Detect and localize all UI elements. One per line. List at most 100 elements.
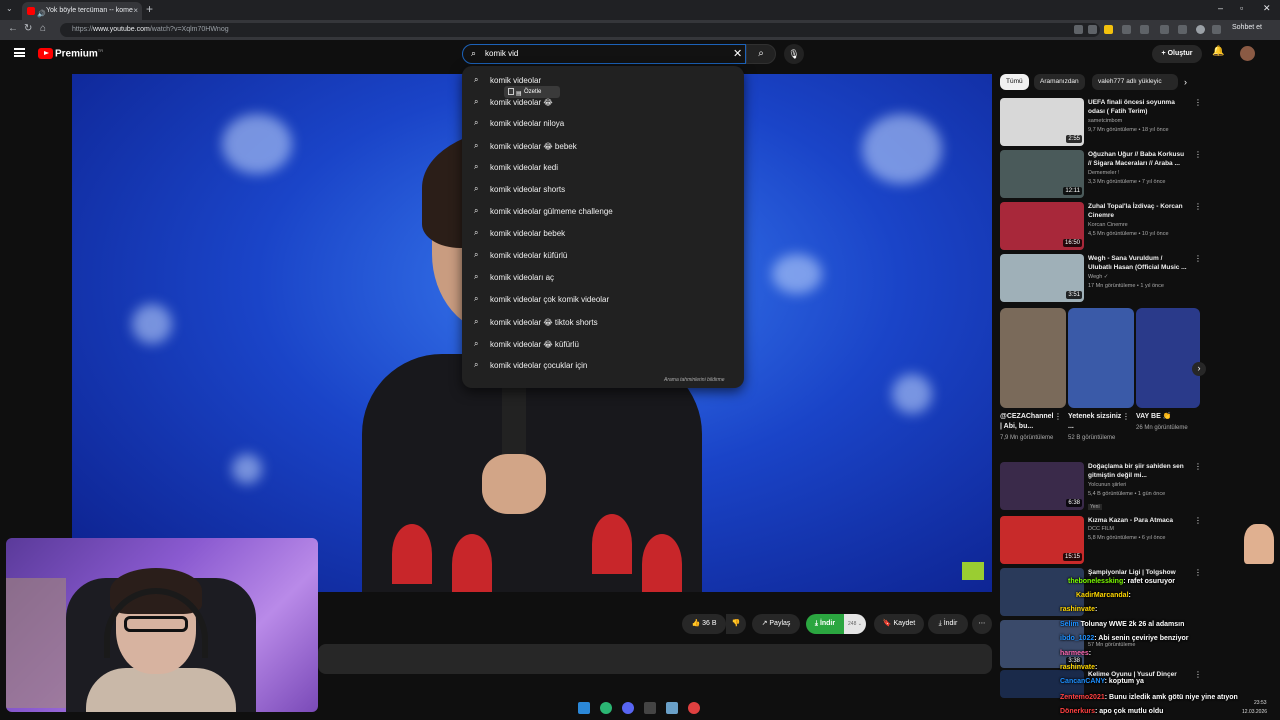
suggestion-item[interactable]: ⌕ komik videolar çocuklar için — [462, 356, 744, 376]
discord-icon[interactable] — [622, 702, 634, 714]
shorts-next-icon[interactable]: › — [1192, 362, 1206, 376]
related-video[interactable]: 3:51 Wegh - Sana Vuruldum / Ulubatlı Has… — [1000, 254, 1202, 302]
join-button[interactable]: ⤓ İndir — [806, 614, 844, 634]
chrome-icon[interactable] — [688, 702, 700, 714]
suggestion-item[interactable]: ⌕ komik videolar niloya — [462, 114, 744, 134]
suggestion-item[interactable]: ⌕ komik videolar bebek — [462, 224, 744, 244]
suggestion-item[interactable]: ⌕ komik videolar 😂 bebek — [462, 137, 744, 157]
suggestion-item[interactable]: ⌕ komik videolar gülmeme challenge — [462, 202, 744, 222]
search-icon: ⌕ — [474, 141, 479, 150]
suggestion-item[interactable]: ⌕ komik videolar küfürlü — [462, 246, 744, 266]
search-icon: ⌕ — [474, 317, 479, 326]
app-icon[interactable] — [644, 702, 656, 714]
extension-icon[interactable] — [1160, 25, 1169, 34]
back-icon[interactable]: ← — [8, 23, 18, 34]
chevron-right-icon[interactable]: › — [1184, 77, 1187, 87]
download-button[interactable]: ⤓ İndir — [928, 614, 968, 634]
more-options-icon[interactable]: ⋮ — [1122, 412, 1130, 421]
suggestion-item[interactable]: ⌕ komik videolar shorts — [462, 180, 744, 200]
more-actions-icon[interactable]: ⋯ — [972, 614, 992, 634]
extension-icon[interactable] — [1122, 25, 1131, 34]
menu-icon[interactable] — [14, 48, 25, 57]
related-video[interactable]: 12:11 Oğuzhan Uğur // Baba Korkusu // Si… — [1000, 150, 1202, 198]
short-thumbnail[interactable] — [1068, 308, 1134, 408]
more-options-icon[interactable]: ⋮ — [1194, 254, 1202, 263]
menu-dots-icon[interactable] — [1212, 25, 1221, 34]
chat-button[interactable]: Sohbet et — [1232, 24, 1262, 31]
profile-icon[interactable] — [1196, 25, 1205, 34]
summarize-button[interactable]: ▤ Özetle — [504, 86, 560, 98]
bookmark-star-icon[interactable] — [1088, 25, 1097, 34]
suggestion-item[interactable]: ⌕ komik videolar 😂 tiktok shorts — [462, 313, 744, 333]
extension-icon[interactable] — [1074, 25, 1083, 34]
search-input[interactable]: ⌕ komik vid ✕ — [462, 44, 746, 64]
create-button[interactable]: + Oluştur — [1152, 45, 1202, 63]
dislike-button[interactable]: 👎 — [726, 614, 746, 634]
app-icon[interactable] — [666, 702, 678, 714]
short-views: 26 Mn görüntüleme — [1136, 425, 1188, 431]
suggestion-item[interactable]: ⌕ komik videolar kedi — [462, 158, 744, 178]
short-title[interactable]: VAY BE 👏 — [1136, 412, 1190, 422]
tab-list-icon[interactable]: ⌄ — [6, 4, 13, 13]
chip-from-search[interactable]: Aramanızdan — [1034, 74, 1085, 90]
search-button[interactable]: ⌕ — [746, 44, 776, 64]
chat-message: rashinvate: — [1060, 606, 1098, 613]
report-predictions-link[interactable]: Arama tahminlerini bildirme — [664, 377, 725, 383]
favorites-icon[interactable] — [1178, 25, 1187, 34]
short-thumbnail[interactable] — [1000, 308, 1066, 408]
search-icon: ⌕ — [474, 206, 479, 215]
edge-icon[interactable] — [600, 702, 612, 714]
more-options-icon[interactable]: ⋮ — [1194, 462, 1202, 471]
tab-close-icon[interactable]: × — [133, 2, 138, 20]
reload-icon[interactable]: ↻ — [24, 23, 32, 34]
url-prefix: https:// — [72, 26, 94, 33]
more-options-icon[interactable]: ⋮ — [1194, 568, 1202, 577]
browser-tab-active[interactable]: 🔊 Yok böyle tercüman -- kome × — [22, 2, 142, 20]
windows-start-icon[interactable] — [578, 702, 590, 714]
related-video[interactable]: 2:55 UEFA finali öncesi soyunma odası ( … — [1000, 98, 1202, 146]
related-video[interactable]: 6:38 Doğaçlama bir şiir sahiden sen gitm… — [1000, 462, 1202, 510]
more-options-icon[interactable]: ⋮ — [1194, 516, 1202, 525]
notifications-bell-icon[interactable]: 🔔 — [1212, 46, 1224, 57]
related-video[interactable]: 16:50 Zuhal Topal'la İzdivaç - Korcan Ci… — [1000, 202, 1202, 250]
search-icon: ⌕ — [474, 339, 479, 348]
new-tab-icon[interactable]: + — [146, 2, 153, 16]
more-options-icon[interactable]: ⋮ — [1054, 412, 1062, 421]
suggestion-item[interactable]: ⌕ komik videoları aç — [462, 268, 744, 288]
maximize-icon[interactable]: ▫ — [1240, 3, 1243, 13]
avatar[interactable] — [1240, 46, 1255, 61]
suggestion-item[interactable]: ⌕ komik videolar çok komik videolar — [462, 290, 744, 310]
share-button[interactable]: ↗ Paylaş — [752, 614, 800, 634]
save-button[interactable]: 🔖 Kaydet — [874, 614, 924, 634]
description-box[interactable] — [318, 644, 992, 674]
home-icon[interactable]: ⌂ — [40, 23, 46, 34]
extension-icon[interactable] — [1140, 25, 1149, 34]
mascot-image — [1244, 524, 1274, 564]
audio-icon[interactable]: 🔊 — [37, 6, 46, 20]
related-video[interactable]: 15:15 Kızma Kazan - Para Atmaca DCC FILM… — [1000, 516, 1202, 564]
more-options-icon[interactable]: ⋮ — [1194, 98, 1202, 107]
clear-search-icon[interactable]: ✕ — [733, 47, 742, 60]
youtube-logo-icon[interactable] — [38, 48, 53, 59]
chip-all[interactable]: Tümü — [1000, 74, 1029, 90]
more-options-icon[interactable]: ⋮ — [1194, 670, 1202, 679]
chat-message: Dönerkurs: apo çok mutlu oldu — [1060, 708, 1164, 715]
youtube-logo-text[interactable]: PremiumTR — [55, 48, 103, 59]
suggestion-item[interactable]: ⌕ komik videolar 😂 küfürlü — [462, 335, 744, 355]
clock-date[interactable]: 12.03.2026 — [1242, 709, 1267, 715]
short-title[interactable]: @CEZAChannel | Abi, bu... — [1000, 412, 1054, 432]
address-bar[interactable]: https://www.youtube.com/watch?v=Xqlm70HW… — [60, 23, 1100, 37]
extension-icon[interactable] — [1104, 25, 1113, 34]
close-window-icon[interactable]: ✕ — [1263, 3, 1271, 14]
short-title[interactable]: Yetenek sizsiniz ... — [1068, 412, 1122, 432]
channel-watermark[interactable] — [962, 562, 984, 580]
voice-search-icon[interactable]: 🎙 — [784, 44, 804, 64]
join-count[interactable]: 248 ⌄ — [844, 614, 866, 634]
minimize-icon[interactable]: – — [1218, 3, 1223, 13]
more-options-icon[interactable]: ⋮ — [1194, 150, 1202, 159]
short-thumbnail[interactable] — [1136, 308, 1200, 408]
chip-uploader[interactable]: valeh777 adlı yükleyic — [1092, 74, 1178, 90]
clock-time[interactable]: 23:53 — [1254, 700, 1267, 706]
like-button[interactable]: 👍 36 B — [682, 614, 726, 634]
more-options-icon[interactable]: ⋮ — [1194, 202, 1202, 211]
